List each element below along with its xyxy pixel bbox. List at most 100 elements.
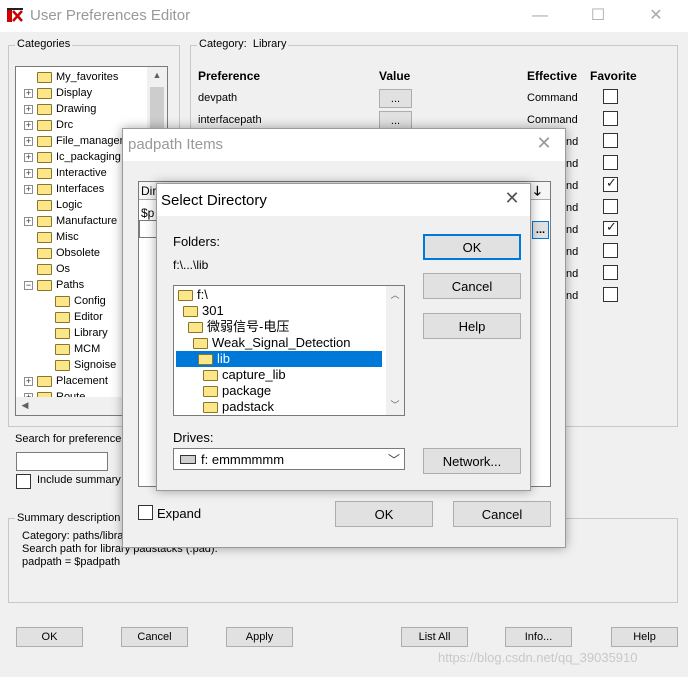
expand-icon[interactable]: +: [24, 184, 33, 194]
category-tree-item[interactable]: − Paths: [24, 277, 84, 293]
select-dir-ok-button[interactable]: OK: [423, 234, 521, 260]
expand-icon[interactable]: +: [24, 136, 33, 146]
help-button[interactable]: Help: [611, 627, 678, 647]
favorite-checkbox[interactable]: [603, 89, 618, 104]
folder-tree-item[interactable]: capture_lib: [203, 367, 286, 383]
favorite-checkbox[interactable]: ✓: [603, 175, 618, 192]
select-dir-help-button[interactable]: Help: [423, 313, 521, 339]
folder-tree-item[interactable]: f:\: [178, 287, 208, 303]
folder-tree-item[interactable]: padstack: [203, 399, 274, 415]
arrow-down-icon[interactable]: 🡓: [534, 182, 541, 204]
apply-button[interactable]: Apply: [226, 627, 293, 647]
padpath-browse-button[interactable]: ...: [532, 221, 549, 239]
folder-tree-item[interactable]: 301: [183, 303, 224, 319]
expand-icon[interactable]: +: [24, 376, 33, 386]
folder-icon: [37, 71, 52, 83]
effective-value: nd: [566, 180, 579, 192]
category-tree-item[interactable]: Editor: [42, 309, 103, 325]
maximize-button[interactable]: ☐: [578, 4, 618, 28]
favorite-checkbox[interactable]: [603, 243, 618, 258]
padpath-first-item[interactable]: $p: [141, 206, 154, 220]
favorite-checkbox[interactable]: [603, 155, 618, 170]
close-button[interactable]: ✕: [636, 4, 676, 28]
folder-tree-item[interactable]: Weak_Signal_Detection: [193, 335, 351, 351]
minimize-button[interactable]: —: [520, 4, 560, 28]
category-tree-item[interactable]: + File_manager: [24, 133, 123, 149]
preference-name: interfacepath: [198, 114, 262, 126]
expand-icon[interactable]: +: [24, 216, 33, 226]
category-tree-item[interactable]: MCM: [42, 341, 100, 357]
include-summary-checkbox[interactable]: [16, 474, 31, 489]
folder-label: 301: [202, 303, 224, 318]
folder-icon: [37, 167, 52, 179]
category-tree-item[interactable]: Misc: [24, 229, 79, 245]
favorite-checkbox[interactable]: [603, 199, 618, 214]
folder-tree-item[interactable]: 微弱信号-电压: [188, 319, 289, 335]
folder-tree-item[interactable]: lib: [176, 351, 382, 367]
collapse-icon[interactable]: −: [24, 280, 33, 290]
category-tree-item[interactable]: + Manufacture: [24, 213, 117, 229]
folder-icon: [37, 247, 52, 259]
expand-icon[interactable]: +: [24, 120, 33, 130]
scroll-up-arrow-icon[interactable]: ▲: [147, 70, 167, 80]
category-tree-item[interactable]: Logic: [24, 197, 82, 213]
expand-icon[interactable]: +: [24, 88, 33, 98]
main-ok-button[interactable]: OK: [16, 627, 83, 647]
favorite-checkbox[interactable]: ✓: [603, 219, 618, 236]
open-folder-icon: [198, 354, 213, 366]
category-tree-item[interactable]: Library: [42, 325, 108, 341]
expand-icon[interactable]: +: [24, 104, 33, 114]
scroll-left-arrow-icon[interactable]: ◀: [18, 400, 32, 411]
preference-header: Preference: [198, 69, 261, 83]
category-tree-item[interactable]: + Route: [24, 389, 85, 397]
summary-label: Summary description: [15, 512, 123, 524]
folders-scroll-down-icon[interactable]: ﹀: [386, 398, 404, 411]
info-button[interactable]: Info...: [505, 627, 572, 647]
category-tree-item[interactable]: Signoise: [42, 357, 116, 373]
category-tree-item[interactable]: Config: [42, 293, 106, 309]
search-input[interactable]: [16, 452, 108, 471]
favorite-checkbox[interactable]: [603, 265, 618, 280]
category-tree-item[interactable]: + Drawing: [24, 101, 96, 117]
padpath-ok-button[interactable]: OK: [335, 501, 433, 527]
category-tree-item[interactable]: Obsolete: [24, 245, 100, 261]
category-tree-item[interactable]: + Interactive: [24, 165, 107, 181]
value-browse-button[interactable]: ...: [379, 89, 412, 108]
padpath-close-icon[interactable]: ✕: [529, 133, 559, 154]
folders-vscrollbar[interactable]: ︿ ﹀: [386, 286, 404, 415]
category-tree-item[interactable]: + Display: [24, 85, 92, 101]
category-tree-item[interactable]: + Interfaces: [24, 181, 104, 197]
main-cancel-button[interactable]: Cancel: [121, 627, 188, 647]
select-dir-cancel-button[interactable]: Cancel: [423, 273, 521, 299]
network-button[interactable]: Network...: [423, 448, 521, 474]
category-tree-item[interactable]: Os: [24, 261, 70, 277]
category-tree-item[interactable]: + Drc: [24, 117, 73, 133]
expand-checkbox[interactable]: [138, 505, 153, 520]
category-tree-item[interactable]: + Placement: [24, 373, 108, 389]
folder-tree-item[interactable]: package: [203, 383, 271, 399]
folder-label: f:\: [197, 287, 208, 302]
select-dir-close-icon[interactable]: ✕: [497, 188, 527, 209]
drive-value: f: emmmmmm: [201, 452, 285, 467]
folders-label: Folders:: [173, 234, 220, 249]
category-item-label: MCM: [74, 343, 101, 355]
list-all-button[interactable]: List All: [401, 627, 468, 647]
padpath-cancel-button[interactable]: Cancel: [453, 501, 551, 527]
effective-value: nd: [566, 246, 579, 258]
category-tree-item[interactable]: + Ic_packaging: [24, 149, 121, 165]
favorite-checkbox[interactable]: [603, 111, 618, 126]
folder-icon: [37, 263, 52, 275]
category-tree-item[interactable]: My_favorites: [24, 69, 118, 85]
folder-label: lib: [217, 351, 231, 366]
effective-value: nd: [566, 268, 579, 280]
folders-scroll-up-icon[interactable]: ︿: [386, 288, 404, 301]
favorite-checkbox[interactable]: [603, 287, 618, 302]
folders-tree[interactable]: f:\ 301 微弱信号-电压 Weak_Signal_Detection lib cap…: [173, 285, 405, 416]
category-item-label: Config: [74, 295, 106, 307]
expand-icon[interactable]: +: [24, 168, 33, 178]
drives-select[interactable]: f: emmmmmm ﹀: [173, 448, 405, 470]
favorite-checkbox[interactable]: [603, 133, 618, 148]
category-item-label: Drawing: [56, 103, 97, 115]
expand-icon[interactable]: +: [24, 152, 33, 162]
chevron-down-icon[interactable]: ﹀: [388, 451, 400, 468]
